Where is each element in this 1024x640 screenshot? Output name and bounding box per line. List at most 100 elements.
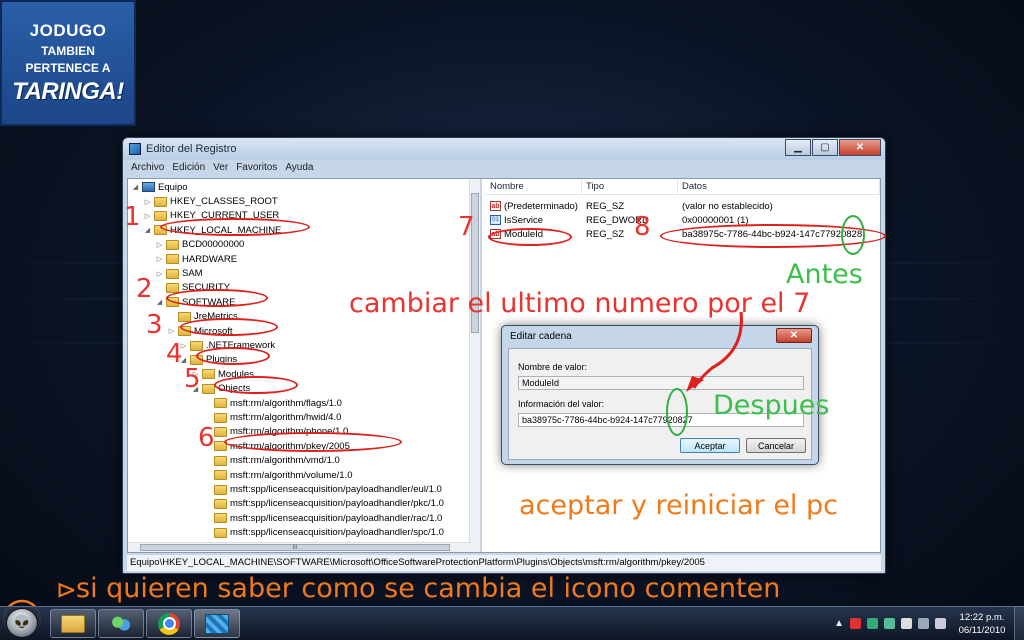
tree-expander-icon[interactable]: ▷ xyxy=(168,327,175,335)
window-title: Editor del Registro xyxy=(146,143,237,155)
folder-icon xyxy=(214,484,227,495)
clock-date: 06/11/2010 xyxy=(958,625,1006,636)
value-name-cell: 01 IsService xyxy=(486,215,582,226)
tree-expander-icon[interactable]: ▷ xyxy=(156,270,163,278)
folder-icon xyxy=(214,513,227,524)
tree-node[interactable]: msft:rm/algorithm/flags/1.0 xyxy=(204,396,342,410)
close-button[interactable]: ✕ xyxy=(839,139,881,156)
instruction-text: cambiar el ultimo numero por el 7 xyxy=(349,288,811,319)
value-type: REG_SZ xyxy=(586,200,625,212)
folder-icon xyxy=(154,210,167,221)
chrome-icon xyxy=(158,612,180,635)
maximize-button[interactable]: ▢ xyxy=(812,139,838,156)
tree-expander-icon[interactable]: ◢ xyxy=(156,298,163,306)
update-icon[interactable] xyxy=(867,618,878,629)
taskbar-messenger[interactable] xyxy=(98,609,144,638)
value-name-cell: ab (Predeterminado) xyxy=(486,201,582,212)
minimize-button[interactable]: ▁ xyxy=(785,139,811,156)
regedit-taskbar-icon xyxy=(205,613,229,634)
step-number-8: 8 xyxy=(634,212,651,242)
start-button[interactable]: 👽 xyxy=(6,608,38,638)
tree-node[interactable]: ▷ SAM xyxy=(156,266,203,280)
highlight-after-digit xyxy=(666,388,688,436)
folder-icon xyxy=(214,498,227,509)
tree-node-label: msft:spp/licenseacquisition/payloadhandl… xyxy=(230,512,443,524)
taskbar-chrome[interactable] xyxy=(146,609,192,638)
tree-node[interactable]: ▷ HKEY_CLASSES_ROOT xyxy=(144,194,278,208)
step-number-1: 1 xyxy=(124,202,141,232)
messenger-icon xyxy=(110,614,132,633)
menu-ayuda[interactable]: Ayuda xyxy=(285,162,313,178)
folder-icon xyxy=(214,455,227,466)
tree-expander-icon[interactable]: ◢ xyxy=(132,183,139,191)
menu-ver[interactable]: Ver xyxy=(213,162,228,178)
flag-icon[interactable] xyxy=(901,618,912,629)
antivirus-icon[interactable] xyxy=(850,618,861,629)
clock[interactable]: 12:22 p.m. 06/11/2010 xyxy=(954,611,1010,637)
folder-icon xyxy=(166,268,179,279)
tree-node[interactable]: msft:rm/algorithm/volume/1.0 xyxy=(204,468,352,482)
alien-icon: 👽 xyxy=(12,615,32,632)
tree-horizontal-scrollbar[interactable]: III xyxy=(128,542,471,552)
system-tray: ▲ xyxy=(834,618,946,629)
menu-archivo[interactable]: Archivo xyxy=(131,162,164,178)
tree-node-label: msft:rm/algorithm/flags/1.0 xyxy=(230,397,342,409)
tree-node[interactable]: ▷ BCD00000000 xyxy=(156,238,245,252)
highlight-before-digit xyxy=(841,215,865,255)
tree-node[interactable]: msft:spp/licenseacquisition/payloadhandl… xyxy=(204,497,444,511)
value-name-field[interactable]: ModuleId xyxy=(518,376,804,390)
tray-app-icon[interactable] xyxy=(884,618,895,629)
tree-expander-icon[interactable]: ▷ xyxy=(144,198,151,206)
cancel-button[interactable]: Cancelar xyxy=(746,438,806,453)
header-tipo[interactable]: Tipo xyxy=(582,179,678,194)
tray-expand-icon[interactable]: ▲ xyxy=(834,618,844,629)
highlight-hklm xyxy=(160,218,310,236)
tree-node-label: BCD00000000 xyxy=(182,239,245,251)
clock-time: 12:22 p.m. xyxy=(959,612,1005,623)
menu-bar: Archivo Edición Ver Favoritos Ayuda xyxy=(127,162,314,178)
folder-icon xyxy=(214,398,227,409)
title-bar[interactable]: Editor del Registro ▁ ▢ ✕ xyxy=(123,138,885,160)
tree-node[interactable]: msft:rm/algorithm/vmd/1.0 xyxy=(204,454,340,468)
tree-node[interactable]: ▷ HARDWARE xyxy=(156,252,237,266)
tree-hscroll-thumb[interactable]: III xyxy=(140,544,450,551)
accept-button[interactable]: Aceptar xyxy=(680,438,740,453)
hscroll-grip: III xyxy=(292,544,298,551)
tree-expander-icon[interactable]: ▷ xyxy=(156,241,163,249)
header-nombre[interactable]: Nombre xyxy=(486,179,582,194)
accept-instruction: aceptar y reiniciar el pc xyxy=(519,490,839,521)
folder-icon xyxy=(202,369,215,380)
menu-edicion[interactable]: Edición xyxy=(172,162,205,178)
folder-icon xyxy=(214,412,227,423)
dialog-close-button[interactable]: ✕ xyxy=(776,328,812,343)
list-item[interactable]: ab (Predeterminado) REG_SZ (valor no establ… xyxy=(486,199,880,213)
tree-node[interactable]: msft:spp/licenseacquisition/payloadhandl… xyxy=(204,526,444,540)
taringa-logo: JODUGO TAMBIEN PERTENECE A TARINGA! xyxy=(0,0,136,126)
tree-expander-icon[interactable]: ▷ xyxy=(156,255,163,263)
logo-line-4: TARINGA! xyxy=(12,77,124,105)
tree-node[interactable]: msft:spp/licenseacquisition/payloadhandl… xyxy=(204,482,442,496)
menu-favoritos[interactable]: Favoritos xyxy=(236,162,277,178)
string-value-icon: ab xyxy=(490,201,501,211)
step-number-5: 5 xyxy=(184,364,201,394)
volume-icon[interactable] xyxy=(935,618,946,629)
taskbar-regedit[interactable] xyxy=(194,609,240,638)
show-desktop-button[interactable] xyxy=(1014,606,1024,640)
footer-comment-text: si quieren saber como se cambia el icono… xyxy=(76,573,781,604)
before-label: Antes xyxy=(786,259,863,290)
tree-expander-icon[interactable]: ▷ xyxy=(144,212,151,220)
header-datos[interactable]: Datos xyxy=(678,179,880,194)
tree-node[interactable]: ◢ Equipo xyxy=(132,180,188,194)
taskbar-explorer[interactable] xyxy=(50,609,96,638)
tree-expander-icon[interactable]: ◢ xyxy=(144,226,151,234)
folder-icon xyxy=(61,614,85,633)
tree-node-label: HKEY_CLASSES_ROOT xyxy=(170,196,278,208)
value-data: (valor no establecido) xyxy=(682,200,773,212)
tree-node[interactable]: msft:rm/algorithm/hwid/4.0 xyxy=(204,410,341,424)
network-icon[interactable] xyxy=(918,618,929,629)
step-number-6: 6 xyxy=(198,423,215,453)
step-number-4: 4 xyxy=(166,339,183,369)
tree-node[interactable]: msft:spp/licenseacquisition/payloadhandl… xyxy=(204,511,442,525)
folder-icon xyxy=(154,196,167,207)
folder-icon xyxy=(214,470,227,481)
